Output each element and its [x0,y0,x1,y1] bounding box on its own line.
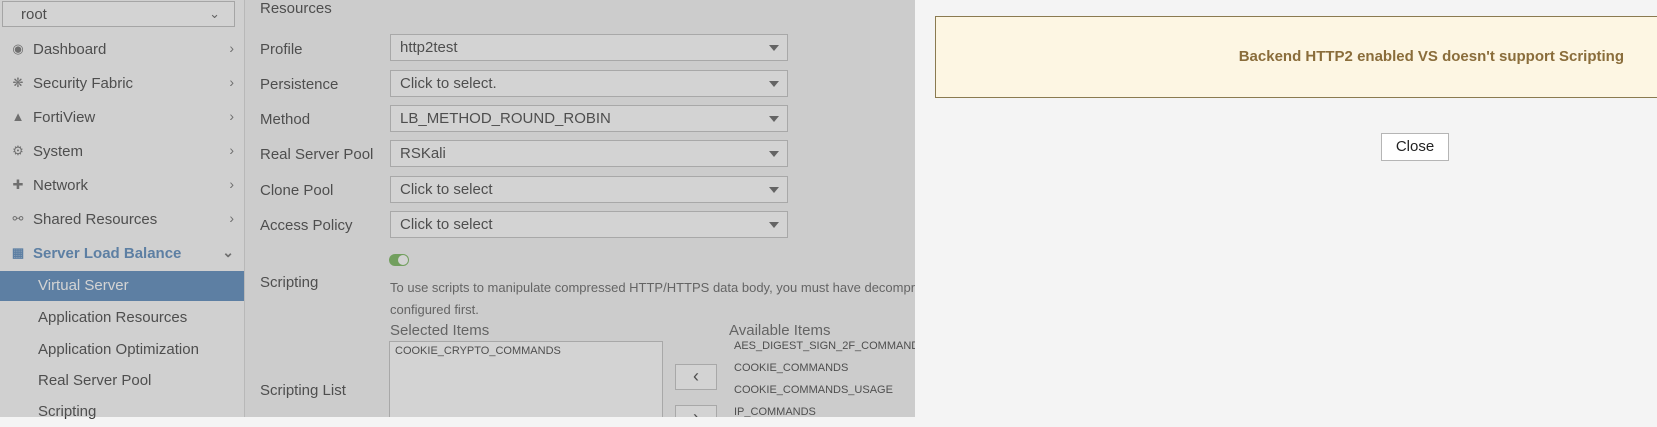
modal-backdrop [0,0,915,417]
warning-alert: Backend HTTP2 enabled VS doesn't support… [935,16,1657,98]
close-button[interactable]: Close [1381,133,1449,161]
dialog-panel: Backend HTTP2 enabled VS doesn't support… [915,0,1657,417]
alert-message: Backend HTTP2 enabled VS doesn't support… [1238,48,1624,65]
